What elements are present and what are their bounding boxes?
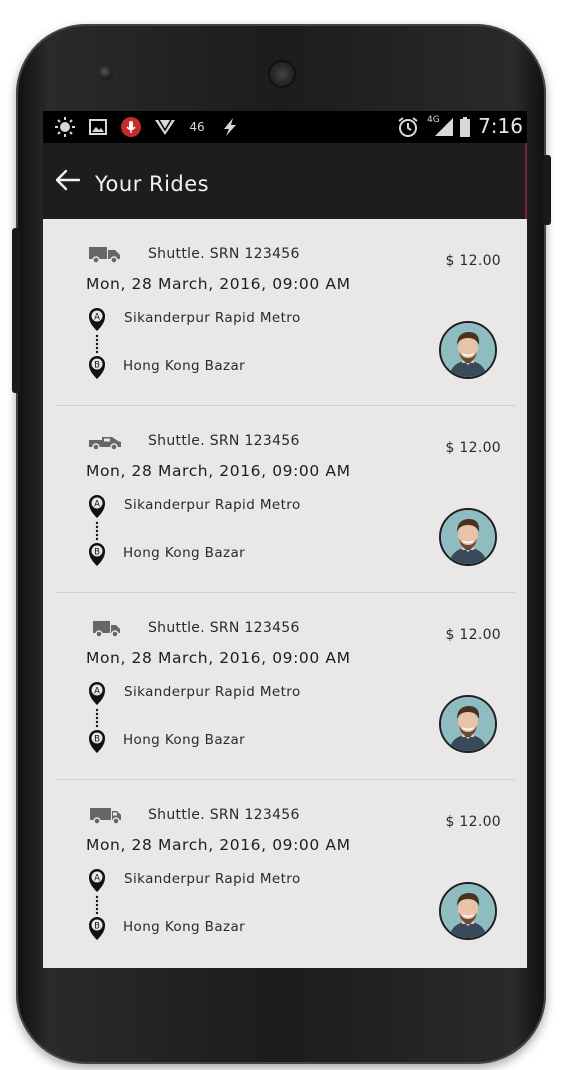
screen: 46 4G 7:16 Your Rides Shuttle. SRN 12345… bbox=[43, 111, 527, 968]
earpiece-speaker bbox=[268, 60, 296, 88]
clock: 7:16 bbox=[478, 114, 523, 138]
pickup-icon bbox=[87, 430, 123, 452]
image-icon bbox=[88, 115, 108, 139]
vehicle-label: Shuttle. SRN 123456 bbox=[148, 246, 300, 262]
drop-location: Hong Kong Bazar bbox=[123, 919, 246, 935]
ride-datetime: Mon, 28 March, 2016, 09:00 AM bbox=[86, 462, 351, 480]
pickup-location: Sikanderpur Rapid Metro bbox=[124, 497, 301, 513]
alarm-icon bbox=[396, 115, 420, 139]
mic-icon bbox=[119, 115, 143, 139]
marker-a-label: A bbox=[94, 874, 100, 884]
drop-location: Hong Kong Bazar bbox=[123, 545, 246, 561]
drop-location: Hong Kong Bazar bbox=[123, 358, 246, 374]
pickup-location: Sikanderpur Rapid Metro bbox=[124, 871, 301, 887]
status-bar: 46 4G 7:16 bbox=[43, 111, 527, 143]
route-markers: AB bbox=[87, 305, 109, 385]
power-button bbox=[543, 155, 551, 225]
ride-card[interactable]: Shuttle. SRN 123456 $ 12.00 Mon, 28 Marc… bbox=[43, 406, 527, 593]
vehicle-label: Shuttle. SRN 123456 bbox=[148, 620, 300, 636]
brightness-icon bbox=[53, 115, 77, 139]
lte-label: 4G bbox=[427, 115, 440, 125]
ride-datetime: Mon, 28 March, 2016, 09:00 AM bbox=[86, 836, 351, 854]
marker-b-label: B bbox=[94, 548, 100, 558]
marker-b-label: B bbox=[94, 922, 100, 932]
van-icon bbox=[87, 243, 123, 265]
pickup-location: Sikanderpur Rapid Metro bbox=[124, 310, 301, 326]
fare-amount: $ 12.00 bbox=[445, 627, 501, 643]
fare-amount: $ 12.00 bbox=[445, 440, 501, 456]
marker-b-label: B bbox=[94, 735, 100, 745]
ride-datetime: Mon, 28 March, 2016, 09:00 AM bbox=[86, 275, 351, 293]
volume-button bbox=[12, 228, 20, 393]
signal-wedge-icon bbox=[153, 115, 177, 139]
back-arrow-icon[interactable] bbox=[53, 165, 83, 195]
ride-card[interactable]: Shuttle. SRN 123456 $ 12.00 Mon, 28 Marc… bbox=[43, 780, 527, 967]
page-title: Your Rides bbox=[95, 172, 210, 196]
signal-4g-icon: 4G bbox=[427, 115, 455, 139]
marker-a-label: A bbox=[94, 500, 100, 510]
marker-a-label: A bbox=[94, 687, 100, 697]
marker-a-label: A bbox=[94, 313, 100, 323]
ride-card[interactable]: Shuttle. SRN 123456 $ 12.00 Mon, 28 Marc… bbox=[43, 219, 527, 406]
front-camera bbox=[99, 66, 113, 80]
ride-datetime: Mon, 28 March, 2016, 09:00 AM bbox=[86, 649, 351, 667]
drop-location: Hong Kong Bazar bbox=[123, 732, 246, 748]
route-markers: AB bbox=[87, 492, 109, 572]
route-markers: AB bbox=[87, 866, 109, 946]
pickup-location: Sikanderpur Rapid Metro bbox=[124, 684, 301, 700]
vehicle-label: Shuttle. SRN 123456 bbox=[148, 433, 300, 449]
ride-card[interactable]: Shuttle. SRN 123456 $ 12.00 Mon, 28 Marc… bbox=[43, 593, 527, 780]
truck-icon bbox=[87, 617, 123, 639]
bolt-icon bbox=[219, 115, 241, 139]
delivery-truck-icon bbox=[87, 804, 123, 826]
driver-avatar[interactable] bbox=[439, 882, 497, 940]
app-bar: Your Rides bbox=[43, 143, 527, 219]
fare-amount: $ 12.00 bbox=[445, 814, 501, 830]
route-markers: AB bbox=[87, 679, 109, 759]
driver-avatar[interactable] bbox=[439, 321, 497, 379]
rides-list: Shuttle. SRN 123456 $ 12.00 Mon, 28 Marc… bbox=[43, 219, 527, 967]
battery-icon bbox=[458, 115, 472, 139]
driver-avatar[interactable] bbox=[439, 695, 497, 753]
marker-b-label: B bbox=[94, 361, 100, 371]
driver-avatar[interactable] bbox=[439, 508, 497, 566]
vehicle-label: Shuttle. SRN 123456 bbox=[148, 807, 300, 823]
network-46-icon: 46 bbox=[189, 120, 205, 134]
fare-amount: $ 12.00 bbox=[445, 253, 501, 269]
